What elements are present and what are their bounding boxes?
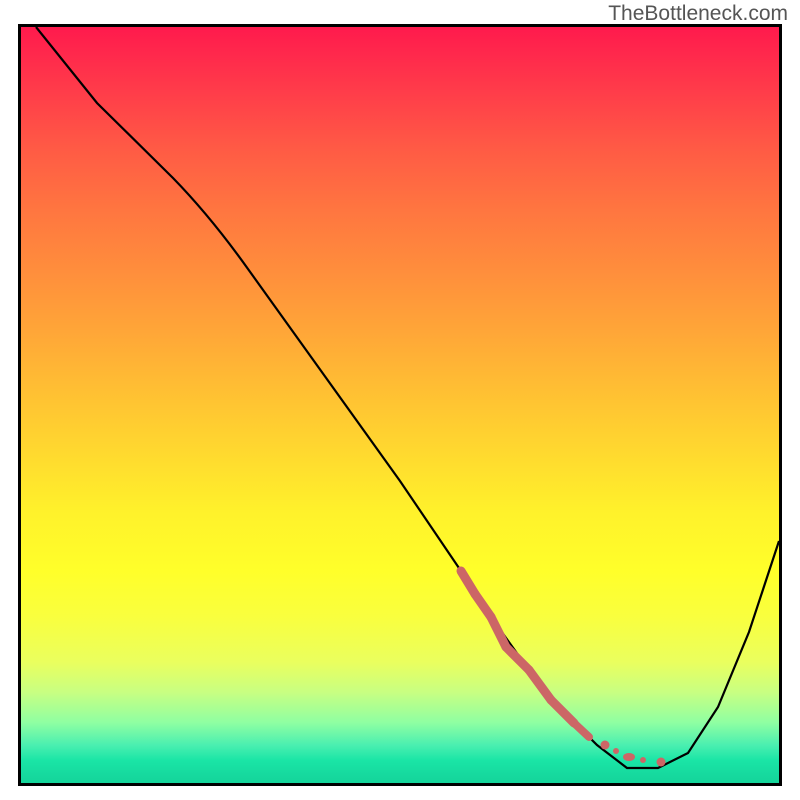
watermark-text: TheBottleneck.com	[608, 2, 788, 26]
chart-container: TheBottleneck.com	[0, 0, 800, 800]
dotted-segment	[461, 571, 666, 767]
chart-svg	[21, 27, 779, 783]
plot-area	[18, 24, 782, 786]
main-curve-line	[36, 27, 779, 768]
